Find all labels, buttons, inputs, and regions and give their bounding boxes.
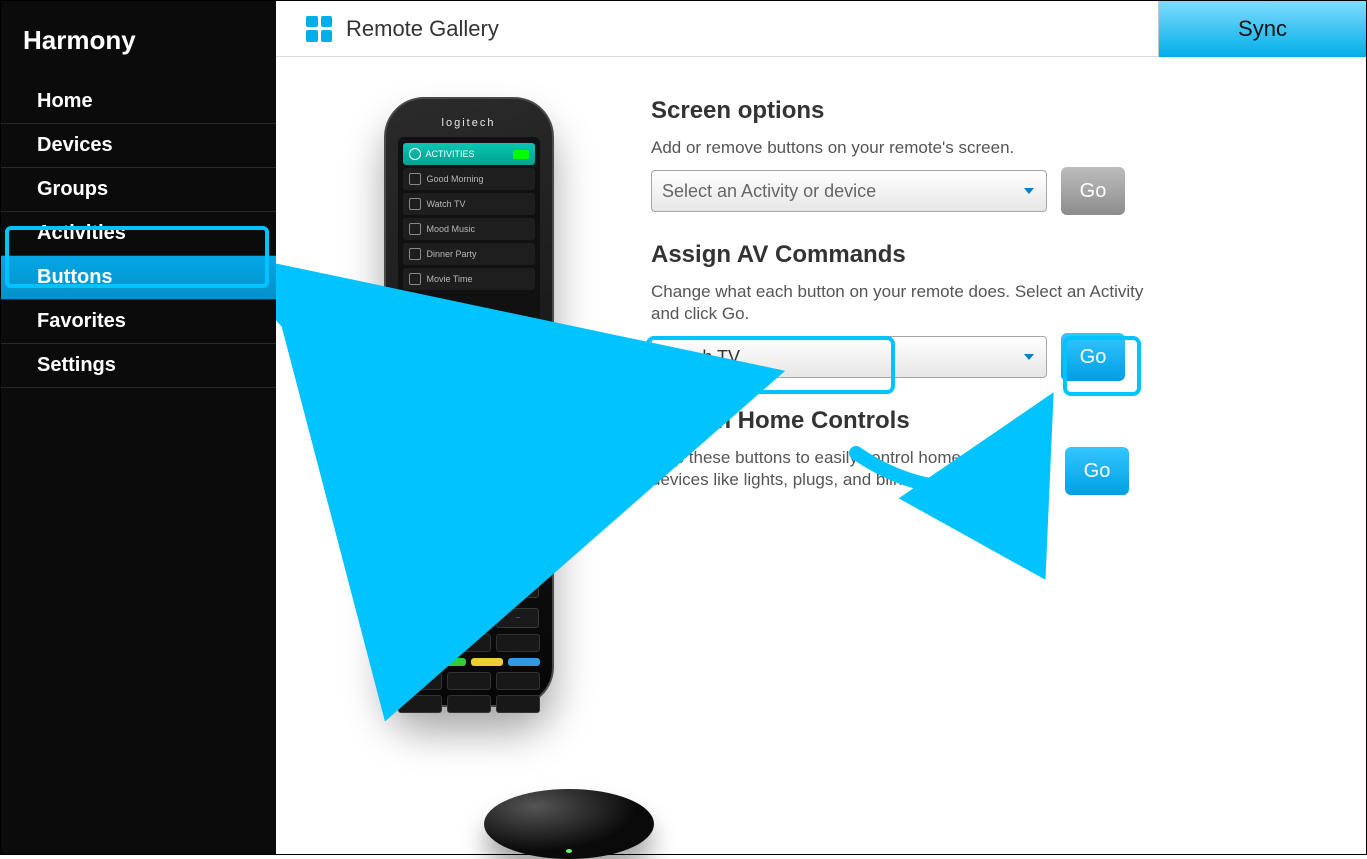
remote-dpad: OK [398,458,540,568]
chevron-down-icon [1024,354,1034,360]
brand-logo: Harmony [1,7,276,80]
remote-ok-button: OK [451,495,487,531]
remote-activity-item: Watch TV [403,193,535,215]
assign-home-row: Map these buttons to easily control home… [651,447,1211,495]
screen-options-row: Select an Activity or device Go [651,167,1211,215]
remote-body: logitech ACTIVITIES Good Morning Watch T… [384,97,554,707]
content: logitech ACTIVITIES Good Morning Watch T… [276,57,1366,854]
remote-activity-item: Dinner Party [403,243,535,265]
page-title: Remote Gallery [346,16,499,42]
app-shell: Harmony Home Devices Groups Activities B… [0,0,1367,855]
screen-options-heading: Screen options [651,97,1211,125]
remote-screen: ACTIVITIES Good Morning Watch TV Mood Mu… [398,137,540,332]
chevron-down-icon [1024,188,1034,194]
nav-devices[interactable]: Devices [1,124,276,168]
screen-options-dropdown[interactable]: Select an Activity or device [651,170,1047,212]
dropdown-placeholder: Select an Activity or device [662,181,876,202]
nav-home[interactable]: Home [1,80,276,124]
screen-options-go-button[interactable]: Go [1061,167,1125,215]
assign-av-row: Watch TV Go [651,333,1211,381]
remote-tabs: ACTIVITIES DEVICES [398,342,540,360]
remote-media-row2: ■▮▮● [398,400,540,420]
main: Remote Gallery Sync logitech ACTIVITIES … [276,1,1366,854]
options-column: Screen options Add or remove buttons on … [651,97,1211,854]
remote-color-row [398,658,540,666]
remote-numpad [398,672,540,713]
dropdown-value: Watch TV [662,347,740,368]
assign-av-dropdown[interactable]: Watch TV [651,336,1047,378]
sync-button[interactable]: Sync [1158,1,1366,57]
battery-icon [513,150,529,159]
remote-exit-menu-row: ExitMenu [398,430,540,450]
nav-settings[interactable]: Settings [1,344,276,388]
nav-groups[interactable]: Groups [1,168,276,212]
remote-vol-ch-row2: −− [398,608,540,628]
assign-home-desc: Map these buttons to easily control home… [651,447,1051,491]
nav: Home Devices Groups Activities Buttons F… [1,80,276,388]
assign-home-go-button[interactable]: Go [1065,447,1129,495]
nav-buttons[interactable]: Buttons [1,256,276,300]
assign-home-heading: Assign Home Controls [651,407,1211,435]
remote-vol-ch-row: ++ [398,578,540,598]
remote-activity-item: Mood Music [403,218,535,240]
assign-av-go-button[interactable]: Go [1061,333,1125,381]
remote-dvr-row [398,634,540,652]
gallery-grid-icon [306,16,332,42]
harmony-hub-icon [484,789,654,859]
screen-options-desc: Add or remove buttons on your remote's s… [651,137,1171,159]
header-left: Remote Gallery [276,16,499,42]
remote-activity-item: Good Morning [403,168,535,190]
remote-media-row: ◄◄►►► [398,370,540,390]
nav-activities[interactable]: Activities [1,212,276,256]
sidebar: Harmony Home Devices Groups Activities B… [1,1,276,854]
remote-activities-header: ACTIVITIES [403,143,535,165]
nav-favorites[interactable]: Favorites [1,300,276,344]
remote-tab-devices: DEVICES [473,342,540,360]
remote-preview: logitech ACTIVITIES Good Morning Watch T… [341,97,596,854]
remote-activity-item: Movie Time [403,268,535,290]
remote-tab-activities: ACTIVITIES [398,342,465,360]
remote-brand: logitech [398,117,540,129]
assign-av-desc: Change what each button on your remote d… [651,281,1171,325]
header-bar: Remote Gallery Sync [276,1,1366,57]
assign-av-heading: Assign AV Commands [651,241,1211,269]
